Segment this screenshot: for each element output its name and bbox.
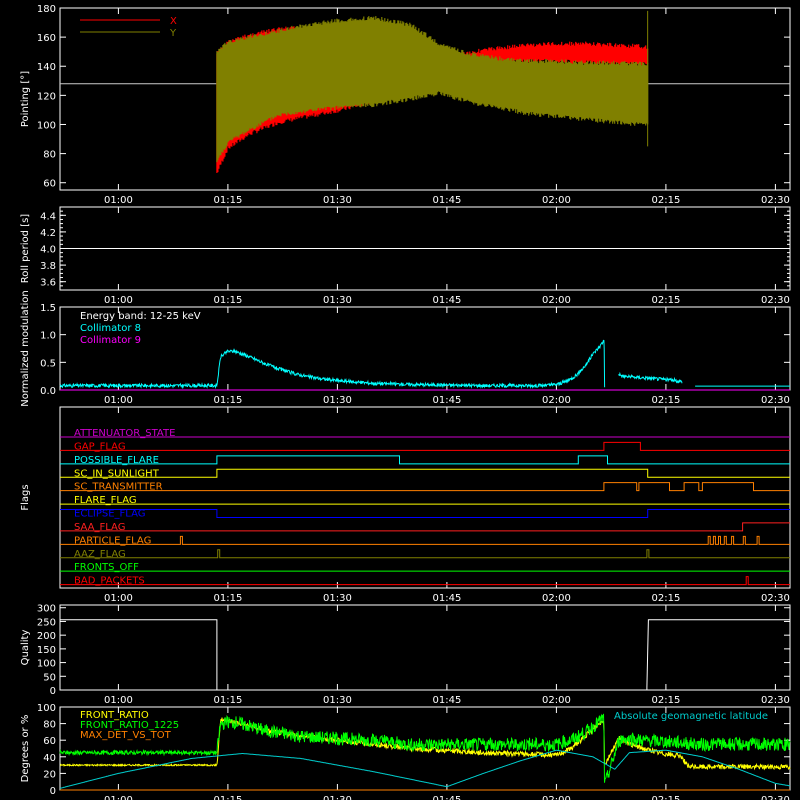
- x-tick-label: 02:30: [761, 295, 790, 306]
- y-tick-label: 140: [37, 62, 56, 73]
- y-axis-label: Roll period [s]: [20, 214, 31, 283]
- y-axis-label: Normalized modulation: [20, 290, 31, 407]
- x-tick-label: 01:00: [104, 795, 133, 800]
- y-axis-label: Flags: [20, 484, 31, 510]
- y-tick-label: 0.0: [40, 386, 56, 397]
- x-tick-label: 01:45: [432, 295, 461, 306]
- y-tick-label: 1.5: [40, 303, 56, 314]
- x-tick-label: 02:30: [761, 695, 790, 706]
- legend-label-y: Y: [169, 28, 177, 39]
- y-tick-label: 250: [37, 617, 56, 628]
- x-tick-label: 02:00: [542, 695, 571, 706]
- y-axis-label: Degrees or %: [20, 715, 31, 783]
- x-tick-label: 02:00: [542, 295, 571, 306]
- x-tick-label: 01:30: [323, 195, 352, 206]
- x-tick-label: 01:15: [213, 195, 242, 206]
- x-tick-label: 02:15: [651, 695, 680, 706]
- x-tick-label: 02:30: [761, 593, 790, 604]
- y-axis-label: Quality: [20, 630, 31, 666]
- y-tick-label: 1.0: [40, 331, 56, 342]
- x-tick-label: 02:15: [651, 593, 680, 604]
- y-tick-label: 60: [43, 736, 56, 747]
- x-tick-label: 01:30: [323, 295, 352, 306]
- x-tick-label: 01:45: [432, 395, 461, 406]
- y-tick-label: 3.8: [40, 261, 56, 272]
- legend-label-collimator-9: Collimator 9: [80, 335, 141, 346]
- x-tick-label: 01:15: [213, 695, 242, 706]
- x-tick-label: 01:00: [104, 195, 133, 206]
- y-tick-label: 100: [37, 120, 56, 131]
- y-tick-label: 0.5: [40, 358, 56, 369]
- legend-label-x: X: [170, 16, 177, 27]
- y-tick-label: 80: [43, 720, 56, 731]
- y-tick-label: 60: [43, 179, 56, 190]
- y-tick-label: 50: [43, 672, 56, 683]
- y-tick-label: 300: [37, 604, 56, 615]
- y-tick-label: 160: [37, 33, 56, 44]
- x-tick-label: 01:00: [104, 593, 133, 604]
- x-tick-label: 01:15: [213, 295, 242, 306]
- summary-plot-canvas: 01:00 01:15 01:30 01:45 02:00 02:15 02:30 Point…: [0, 0, 800, 800]
- x-tick-label: 01:00: [104, 295, 133, 306]
- x-tick-label: 01:00: [104, 695, 133, 706]
- legend-label-collimator-8: Collimator 8: [80, 323, 141, 334]
- x-tick-label: 01:30: [323, 395, 352, 406]
- flag-label: ECLIPSE_FLAG: [74, 509, 145, 520]
- x-tick-label: 01:00: [104, 395, 133, 406]
- y-tick-label: 20: [43, 769, 56, 780]
- x-tick-label: 02:15: [651, 795, 680, 800]
- x-tick-label: 02:00: [542, 395, 571, 406]
- y-tick-label: 180: [37, 4, 56, 15]
- x-tick-label: 01:30: [323, 695, 352, 706]
- legend-label: MAX_DET_VS_TOT: [80, 730, 172, 741]
- y-tick-label: 120: [37, 91, 56, 102]
- x-tick-label: 01:30: [323, 593, 352, 604]
- y-tick-label: 4.4: [40, 211, 56, 222]
- x-tick-label: 01:45: [432, 695, 461, 706]
- y-axis-label: Pointing [°]: [20, 71, 31, 127]
- x-tick-label: 01:45: [432, 593, 461, 604]
- x-tick-label: 02:30: [761, 395, 790, 406]
- y-tick-label: 0: [50, 786, 56, 797]
- y-tick-label: 100: [37, 703, 56, 714]
- y-tick-label: 4.0: [40, 245, 56, 256]
- x-tick-label: 01:30: [323, 795, 352, 800]
- x-tick-label: 02:00: [542, 195, 571, 206]
- y-tick-label: 40: [43, 753, 56, 764]
- x-tick-label: 01:15: [213, 395, 242, 406]
- x-tick-label: 02:15: [651, 295, 680, 306]
- legend-label-geomagnetic-latitude: Absolute geomagnetic latitude: [614, 711, 768, 722]
- x-tick-label: 02:30: [761, 795, 790, 800]
- y-tick-label: 150: [37, 645, 56, 656]
- x-tick-label: 01:15: [213, 593, 242, 604]
- y-tick-label: 80: [43, 150, 56, 161]
- x-tick-label: 02:00: [542, 795, 571, 800]
- x-tick-label: 01:45: [432, 795, 461, 800]
- y-tick-label: 200: [37, 631, 56, 642]
- y-tick-label: 100: [37, 659, 56, 670]
- x-tick-label: 02:30: [761, 195, 790, 206]
- y-tick-label: 4.2: [40, 228, 56, 239]
- y-tick-label: 3.6: [40, 278, 56, 289]
- y-tick-label: 0: [50, 686, 56, 697]
- x-tick-label: 02:15: [651, 195, 680, 206]
- energy-band-annotation: Energy band: 12-25 keV: [80, 311, 201, 322]
- x-tick-label: 02:00: [542, 593, 571, 604]
- x-tick-label: 02:15: [651, 395, 680, 406]
- x-tick-label: 01:15: [213, 795, 242, 800]
- x-tick-label: 01:45: [432, 195, 461, 206]
